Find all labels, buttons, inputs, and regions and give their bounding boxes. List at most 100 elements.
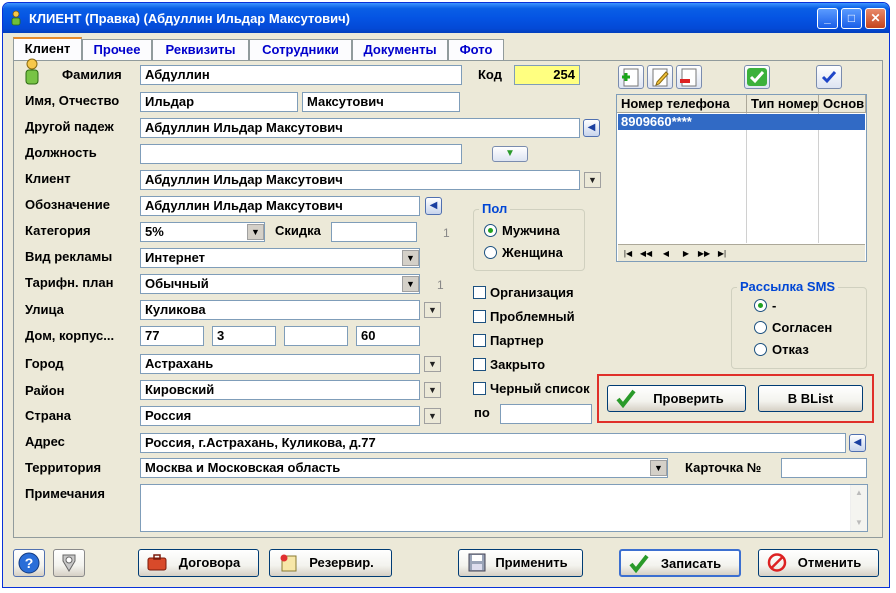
- ad-dropdown[interactable]: ▼: [402, 250, 419, 266]
- blist-button[interactable]: В BList: [758, 385, 863, 412]
- tab-client[interactable]: Клиент: [13, 37, 82, 60]
- closed-checkbox[interactable]: [473, 358, 486, 371]
- scroll-up-icon[interactable]: ▲: [852, 486, 866, 500]
- green-check-icon: [747, 68, 767, 86]
- scroll-down-icon[interactable]: ▼: [852, 516, 866, 530]
- territory-select[interactable]: Москва и Московская область: [140, 458, 668, 478]
- position-field[interactable]: [140, 144, 462, 164]
- sms-none-radio[interactable]: [754, 299, 767, 312]
- position-dropdown-button[interactable]: ▼: [492, 146, 528, 162]
- patronymic-field[interactable]: Максутович: [302, 92, 460, 112]
- category-dropdown[interactable]: ▼: [247, 224, 264, 240]
- gender-male-radio[interactable]: [484, 224, 497, 237]
- delete-phone-button[interactable]: [676, 65, 702, 89]
- district-field[interactable]: Кировский: [140, 380, 420, 400]
- tab-requisites[interactable]: Реквизиты: [152, 39, 249, 60]
- district-dropdown[interactable]: ▼: [424, 382, 441, 398]
- blacklist-checkbox[interactable]: [473, 382, 486, 395]
- check-icon: [629, 554, 649, 573]
- tab-documents[interactable]: Документы: [352, 39, 448, 60]
- confirm-phone-button[interactable]: [744, 65, 770, 89]
- next-record-icon[interactable]: ▶: [678, 247, 694, 260]
- help-button[interactable]: ?: [13, 549, 45, 577]
- save-button[interactable]: Записать: [619, 549, 741, 577]
- city-field[interactable]: Астрахань: [140, 354, 420, 374]
- gender-female-radio[interactable]: [484, 246, 497, 259]
- designation-field[interactable]: Абдуллин Ильдар Максутович: [140, 196, 420, 216]
- case-fill-button[interactable]: ◀: [583, 119, 600, 137]
- minimize-button[interactable]: _: [817, 8, 838, 29]
- notes-scrollbar[interactable]: ▲ ▼: [850, 485, 867, 531]
- chevron-down-icon: ▼: [588, 175, 597, 185]
- org-checkbox[interactable]: [473, 286, 486, 299]
- close-button[interactable]: ✕: [865, 8, 886, 29]
- name-label: Имя, Отчество: [25, 93, 120, 108]
- tab-other[interactable]: Прочее: [82, 39, 152, 60]
- problem-checkbox[interactable]: [473, 310, 486, 323]
- designation-label: Обозначение: [25, 197, 110, 212]
- by-field[interactable]: [500, 404, 592, 424]
- phones-grid[interactable]: Номер телефона Тип номера Основной 89096…: [616, 94, 867, 262]
- sms-refuse-radio[interactable]: [754, 343, 767, 356]
- prev-page-icon[interactable]: ◀◀: [638, 247, 654, 260]
- apply-button[interactable]: Применить: [458, 549, 583, 577]
- maximize-button[interactable]: □: [841, 8, 862, 29]
- territory-dropdown[interactable]: ▼: [650, 460, 667, 476]
- col-phone-main[interactable]: Основной: [819, 95, 866, 113]
- cancel-button[interactable]: Отменить: [758, 549, 879, 577]
- address-fill-button[interactable]: ◀: [849, 434, 866, 452]
- sms-agree-radio[interactable]: [754, 321, 767, 334]
- main-phone-button[interactable]: [816, 65, 842, 89]
- prev-record-icon[interactable]: ◀: [658, 247, 674, 260]
- country-dropdown[interactable]: ▼: [424, 408, 441, 424]
- cancel-button-label: Отменить: [797, 555, 862, 570]
- problem-label: Проблемный: [490, 309, 575, 324]
- discount-label: Скидка: [275, 223, 321, 238]
- chevron-down-icon: ▼: [654, 463, 663, 473]
- partner-checkbox[interactable]: [473, 334, 486, 347]
- address-field[interactable]: Россия, г.Астрахань, Куликова, д.77: [140, 433, 846, 453]
- first-name-field[interactable]: Ильдар: [140, 92, 298, 112]
- house-label: Дом, корпус...: [25, 328, 115, 343]
- last-record-icon[interactable]: ▶|: [714, 247, 730, 260]
- code-field[interactable]: 254: [514, 65, 580, 85]
- house-field[interactable]: 77: [140, 326, 204, 346]
- notes-field[interactable]: ▲ ▼: [140, 484, 868, 532]
- surname-field[interactable]: Абдуллин: [140, 65, 462, 85]
- tariff-dropdown[interactable]: ▼: [402, 276, 419, 292]
- col-phone-number[interactable]: Номер телефона: [617, 95, 747, 113]
- street-field[interactable]: Куликова: [140, 300, 420, 320]
- reserve-button[interactable]: Резервир.: [269, 549, 392, 577]
- client-dropdown[interactable]: ▼: [584, 172, 601, 188]
- check-button[interactable]: Проверить: [607, 385, 746, 412]
- street-dropdown[interactable]: ▼: [424, 302, 441, 318]
- tariff-select[interactable]: Обычный: [140, 274, 420, 294]
- apartment-field[interactable]: 60: [356, 326, 420, 346]
- next-page-icon[interactable]: ▶▶: [696, 247, 712, 260]
- address-label: Адрес: [25, 434, 65, 449]
- sms-agree-label: Согласен: [772, 320, 833, 335]
- table-row[interactable]: 8909660****: [618, 114, 865, 130]
- first-record-icon[interactable]: |◀: [620, 247, 636, 260]
- designation-fill-button[interactable]: ◀: [425, 197, 442, 215]
- client-field[interactable]: Абдуллин Ильдар Максутович: [140, 170, 580, 190]
- entrance-field[interactable]: [284, 326, 348, 346]
- title-bar[interactable]: КЛИЕНТ (Правка) (Абдуллин Ильдар Максуто…: [3, 3, 889, 33]
- country-field[interactable]: Россия: [140, 406, 420, 426]
- position-label: Должность: [25, 145, 97, 160]
- case-field[interactable]: Абдуллин Ильдар Максутович: [140, 118, 580, 138]
- tab-employees[interactable]: Сотрудники: [249, 39, 352, 60]
- gender-female-label: Женщина: [502, 245, 563, 260]
- phone-number-cell: 8909660****: [621, 114, 692, 129]
- edit-phone-button[interactable]: [647, 65, 673, 89]
- ad-select[interactable]: Интернет: [140, 248, 420, 268]
- discount-field[interactable]: [331, 222, 417, 242]
- card-field[interactable]: [781, 458, 867, 478]
- building-field[interactable]: 3: [212, 326, 276, 346]
- tab-photo[interactable]: Фото: [448, 39, 504, 60]
- col-phone-type[interactable]: Тип номера: [747, 95, 819, 113]
- contracts-button[interactable]: Договора: [138, 549, 259, 577]
- city-dropdown[interactable]: ▼: [424, 356, 441, 372]
- add-phone-button[interactable]: [618, 65, 644, 89]
- settings-button[interactable]: [53, 549, 85, 577]
